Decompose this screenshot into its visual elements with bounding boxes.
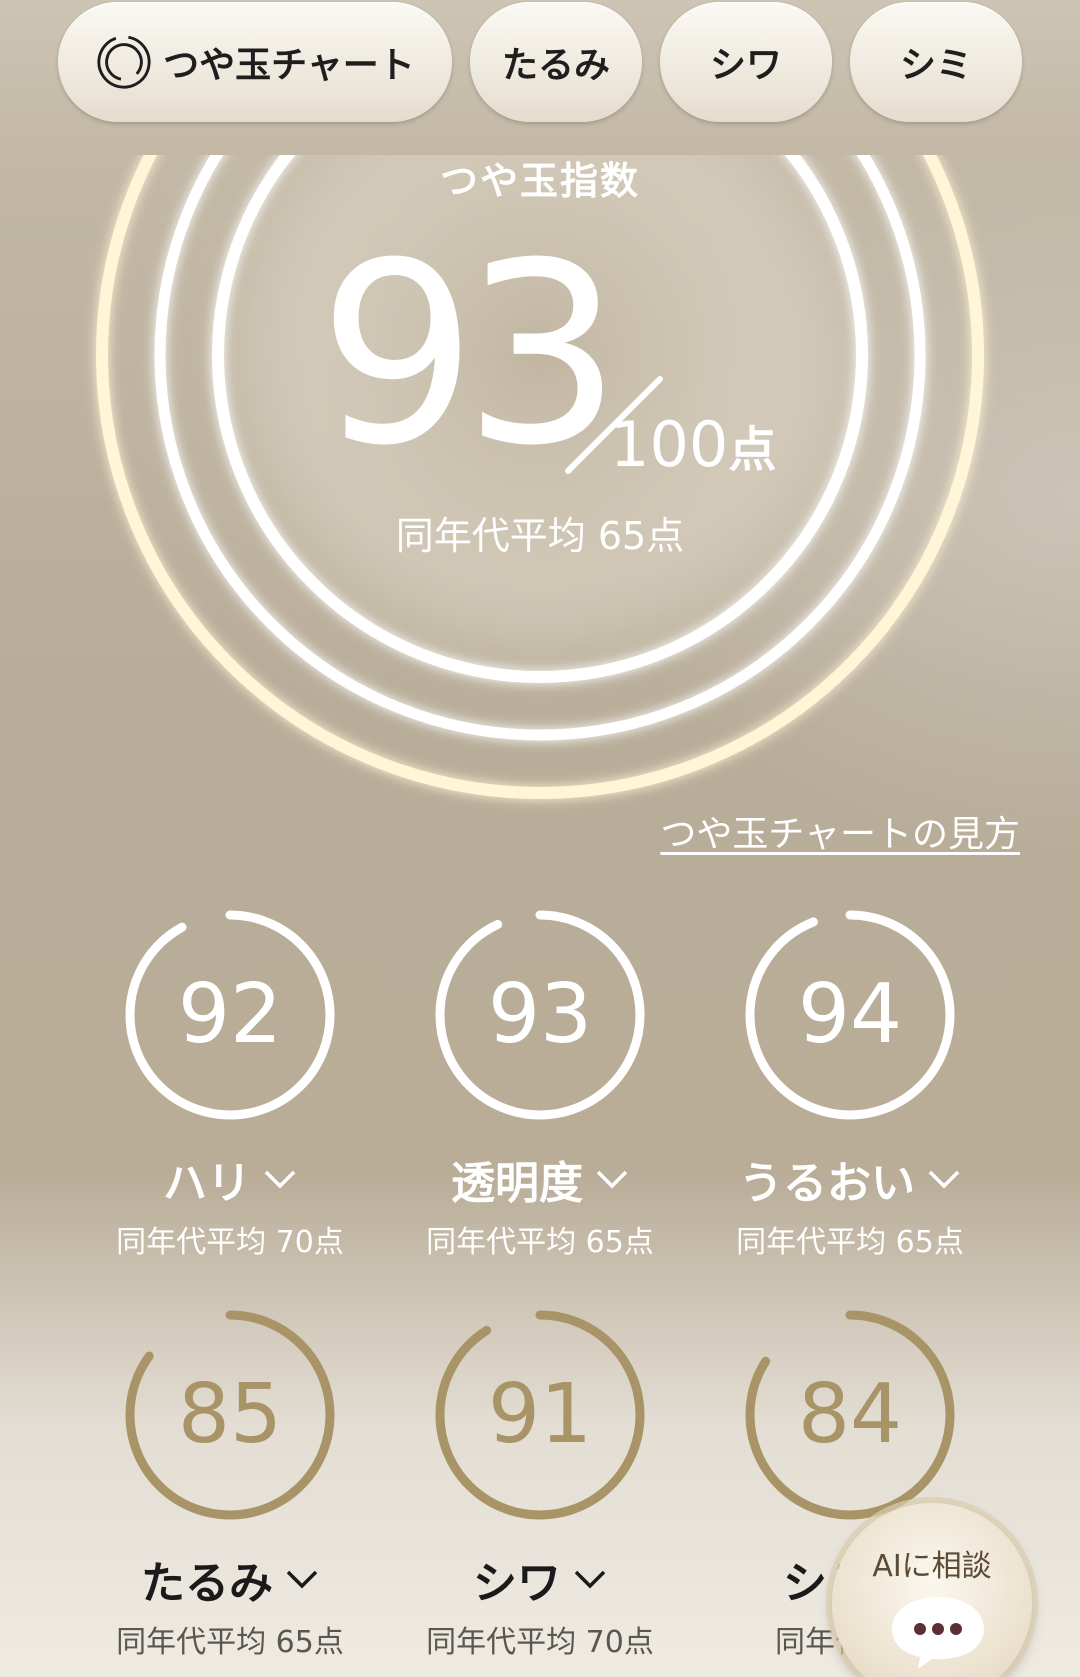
tab-label: シワ [709, 45, 782, 86]
metric-value: 92 [177, 967, 283, 1062]
chart-guide-link[interactable]: つや玉チャートの見方 [660, 805, 1020, 857]
metric-label-toggle[interactable]: 透明度 [385, 1147, 695, 1211]
hero-max-score: 100点 [610, 408, 776, 481]
metric-value: 94 [797, 967, 903, 1062]
metric-value: 85 [177, 1367, 283, 1462]
hero-title: つや玉指数 [439, 159, 640, 203]
metric-tarumi[interactable]: 85 たるみ 同年代平均 65点 [75, 1305, 375, 1665]
metric-value: 93 [487, 967, 593, 1062]
ai-consult-label: AIに相談 [872, 1549, 992, 1584]
metric-average: 同年代平均 65点 [736, 1225, 964, 1260]
chat-bubble-icon [892, 1597, 984, 1669]
metric-value: 84 [797, 1367, 903, 1462]
metric-label: 透明度 [451, 1158, 583, 1209]
metric-average: 同年代平均 65点 [426, 1225, 654, 1260]
metric-average: 同年代平均 65点 [116, 1625, 344, 1660]
metric-label: うるおい [739, 1158, 915, 1209]
tab-label: たるみ [501, 45, 610, 86]
top-tab-bar: つや玉チャート たるみ シワ シミ [0, 0, 1080, 155]
metric-uruoi[interactable]: 94 うるおい 同年代平均 65点 [695, 905, 995, 1265]
metric-shiwa[interactable]: 91 シワ 同年代平均 70点 [385, 1305, 685, 1665]
tab-shimi[interactable]: シミ [850, 2, 1022, 122]
tab-tarumi[interactable]: たるみ [470, 2, 642, 122]
chevron-down-icon [286, 1570, 318, 1589]
metric-toumeido[interactable]: 93 透明度 同年代平均 65点 [385, 905, 685, 1265]
metric-label: ハリ [163, 1158, 251, 1209]
chevron-down-icon [928, 1170, 960, 1189]
metric-label-toggle[interactable]: シワ [385, 1547, 695, 1611]
metric-label: シワ [473, 1558, 561, 1609]
chevron-down-icon [574, 1570, 606, 1589]
metric-hari[interactable]: 92 ハリ 同年代平均 70点 [75, 905, 375, 1265]
tab-label: シミ [899, 45, 972, 86]
tab-shiwa[interactable]: シワ [660, 2, 832, 122]
metric-label-toggle[interactable]: ハリ [75, 1147, 385, 1211]
chevron-down-icon [596, 1170, 628, 1189]
tab-label: つや玉チャート [163, 45, 415, 86]
chevron-down-icon [264, 1170, 296, 1189]
hero-unit: 点 [728, 422, 777, 478]
metric-value: 91 [487, 1367, 593, 1462]
metric-average: 同年代平均 70点 [426, 1625, 654, 1660]
metric-average: 同年代平均 70点 [116, 1225, 344, 1260]
hero-average: 同年代平均 65点 [395, 514, 685, 558]
ring-chart-icon [97, 35, 151, 89]
tab-tsuyadama-chart[interactable]: つや玉チャート [58, 2, 452, 122]
hero-max-value: 100 [610, 408, 729, 481]
metric-label-toggle[interactable]: たるみ [75, 1547, 385, 1611]
metric-label-toggle[interactable]: うるおい [695, 1147, 1005, 1211]
metric-label: たるみ [141, 1558, 273, 1609]
